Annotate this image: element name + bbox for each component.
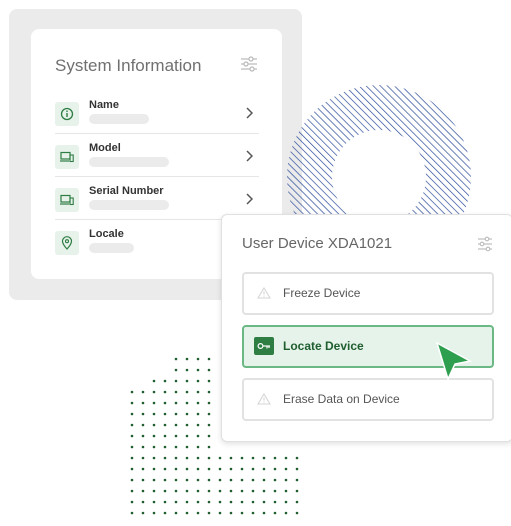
- warning-icon: [254, 284, 274, 302]
- devices-icon: [55, 145, 79, 169]
- locate-device-label: Locate Device: [283, 339, 364, 353]
- row-name[interactable]: Name: [55, 99, 259, 142]
- erase-data-button[interactable]: Erase Data on Device: [242, 378, 494, 421]
- location-pin-icon: [55, 231, 79, 255]
- freeze-device-button[interactable]: Freeze Device: [242, 272, 494, 315]
- user-device-card: User Device XDA1021 Freeze Device Locate…: [221, 214, 511, 442]
- settings-sliders-icon[interactable]: [477, 236, 493, 252]
- erase-data-label: Erase Data on Device: [283, 392, 400, 406]
- device-title: User Device XDA1021: [242, 235, 393, 252]
- row-serial-number-label: Serial Number: [89, 185, 164, 197]
- key-icon: [254, 337, 274, 355]
- row-locale-label: Locale: [89, 228, 124, 240]
- row-model[interactable]: Model: [55, 142, 259, 185]
- row-locale-value-placeholder: [89, 243, 134, 253]
- mouse-cursor-icon: [435, 341, 473, 381]
- settings-sliders-icon[interactable]: [240, 55, 258, 73]
- warning-icon: [254, 390, 274, 408]
- chevron-right-icon[interactable]: [245, 107, 253, 119]
- row-divider: [55, 176, 259, 177]
- freeze-device-label: Freeze Device: [283, 286, 361, 300]
- info-icon: [55, 102, 79, 126]
- devices-icon: [55, 188, 79, 212]
- row-name-label: Name: [89, 99, 119, 111]
- chevron-right-icon[interactable]: [245, 150, 253, 162]
- row-serial-number-value-placeholder: [89, 200, 169, 210]
- row-model-value-placeholder: [89, 157, 169, 167]
- row-name-value-placeholder: [89, 114, 149, 124]
- chevron-right-icon[interactable]: [245, 193, 253, 205]
- row-model-label: Model: [89, 142, 121, 154]
- row-divider: [55, 133, 259, 134]
- system-information-title: System Information: [55, 56, 202, 75]
